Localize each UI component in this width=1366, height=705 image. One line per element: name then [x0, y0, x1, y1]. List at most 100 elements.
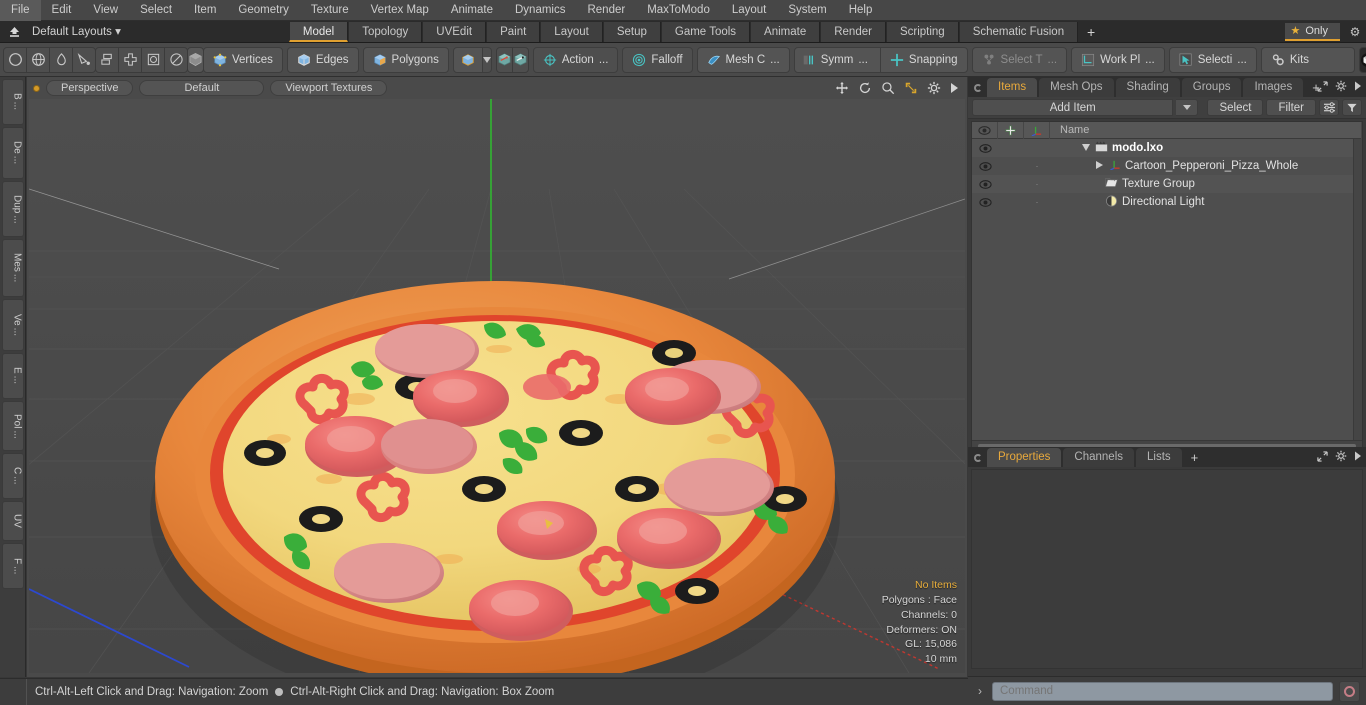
- menu-maxtomodo[interactable]: MaxToModo: [636, 0, 721, 21]
- menu-layout[interactable]: Layout: [721, 0, 778, 21]
- select-button[interactable]: Select: [1207, 99, 1264, 116]
- menu-texture[interactable]: Texture: [300, 0, 360, 21]
- panel-menu-icon[interactable]: [974, 84, 982, 92]
- action-center-button[interactable]: Action ...: [532, 46, 619, 73]
- mode-cube-button[interactable]: [452, 46, 483, 73]
- menu-animate[interactable]: Animate: [440, 0, 504, 21]
- vtab-basic[interactable]: B ...: [1, 79, 24, 125]
- row-axis-cell[interactable]: ·: [1024, 178, 1050, 190]
- menu-vertex-map[interactable]: Vertex Map: [360, 0, 440, 21]
- circle-icon[interactable]: [3, 46, 27, 73]
- menu-dynamics[interactable]: Dynamics: [504, 0, 576, 21]
- snapping-button[interactable]: Snapping: [879, 46, 968, 73]
- menu-item[interactable]: Item: [183, 0, 227, 21]
- tab-topology[interactable]: Topology: [348, 21, 423, 42]
- tab-uvedit[interactable]: UVEdit: [422, 21, 487, 42]
- table-row[interactable]: · Directional Light: [972, 193, 1362, 211]
- vtab-uv[interactable]: UV: [1, 501, 24, 541]
- gear-icon[interactable]: [1335, 80, 1347, 95]
- row-axis-cell[interactable]: ·: [1024, 160, 1050, 172]
- shading-style-button[interactable]: Default: [139, 80, 265, 96]
- tab-lists[interactable]: Lists: [1136, 448, 1182, 467]
- tab-paint[interactable]: Paint: [486, 21, 541, 42]
- command-input[interactable]: [992, 681, 1333, 701]
- tab-groups[interactable]: Groups: [1181, 78, 1242, 97]
- tab-mesh-ops[interactable]: Mesh Ops: [1039, 78, 1114, 97]
- curve-icon[interactable]: [72, 46, 96, 73]
- row-visibility-eye-icon[interactable]: [972, 197, 998, 207]
- viewport-textures-button[interactable]: Viewport Textures: [270, 80, 388, 96]
- mesh-constraint-button[interactable]: Mesh C ...: [696, 46, 790, 73]
- array-icon[interactable]: [95, 46, 119, 73]
- view-type-button[interactable]: Perspective: [46, 80, 134, 96]
- component-cube-icon[interactable]: [187, 46, 204, 73]
- selection-mode-vertices[interactable]: Vertices: [203, 46, 283, 73]
- properties-panel-body[interactable]: [971, 469, 1363, 669]
- plus-shape-icon[interactable]: [118, 46, 142, 73]
- selection-set-button[interactable]: Selecti ...: [1168, 46, 1257, 73]
- tab-properties[interactable]: Properties: [987, 448, 1062, 467]
- table-row[interactable]: · Cartoon_Pepperoni_Pizza_Whole: [972, 157, 1362, 175]
- expand-triangle-icon[interactable]: [1080, 143, 1091, 153]
- table-row[interactable]: modo.lxo: [972, 139, 1362, 157]
- row-axis-cell[interactable]: ·: [1024, 196, 1050, 208]
- add-item-dropdown-caret[interactable]: [1176, 99, 1199, 116]
- vtab-fusion[interactable]: F ...: [1, 543, 24, 589]
- tab-shading[interactable]: Shading: [1115, 78, 1180, 97]
- tab-items[interactable]: Items: [987, 78, 1038, 97]
- tab-model[interactable]: Model: [288, 21, 349, 42]
- tab-scripting[interactable]: Scripting: [885, 21, 959, 42]
- symmetry-button[interactable]: Symm ...: [793, 46, 881, 73]
- gear-icon[interactable]: [927, 81, 941, 98]
- tab-images[interactable]: Images: [1243, 78, 1304, 97]
- vtab-deform[interactable]: De ...: [1, 127, 24, 179]
- filter-funnel-icon[interactable]: [1342, 99, 1362, 116]
- record-icon[interactable]: [1339, 680, 1360, 702]
- only-toggle-button[interactable]: ★ Only: [1284, 22, 1340, 41]
- play-icon[interactable]: [1354, 451, 1362, 464]
- row-name-cell[interactable]: Directional Light: [1050, 195, 1362, 210]
- zoom-icon[interactable]: [881, 81, 895, 98]
- item-list-vertical-scrollbar[interactable]: [1353, 139, 1362, 440]
- axis-cube-red-icon[interactable]: [495, 46, 513, 73]
- item-list[interactable]: Name modo.lxo · Cartoon_Pepperoni_Pizza_…: [971, 121, 1363, 451]
- kits-button[interactable]: Kits: [1260, 46, 1355, 73]
- vtab-duplicate[interactable]: Dup ...: [1, 181, 24, 237]
- tab-setup[interactable]: Setup: [602, 21, 661, 42]
- tab-game-tools[interactable]: Game Tools: [660, 21, 751, 42]
- collapse-triangle-icon[interactable]: [1094, 161, 1105, 171]
- add-tab-button[interactable]: +: [1078, 22, 1104, 42]
- axis-cube-white-icon[interactable]: [511, 46, 529, 73]
- add-properties-tab-button[interactable]: +: [1184, 448, 1206, 467]
- viewport-3d-canvas[interactable]: Y X Z No Items Polygons : Face Channels:…: [29, 99, 965, 673]
- pen-icon[interactable]: [49, 46, 73, 73]
- row-visibility-eye-icon[interactable]: [972, 161, 998, 171]
- row-visibility-eye-icon[interactable]: [972, 179, 998, 189]
- tab-schematic-fusion[interactable]: Schematic Fusion: [958, 21, 1079, 42]
- play-icon[interactable]: [950, 82, 959, 97]
- expand-icon[interactable]: [1317, 80, 1328, 95]
- expand-icon[interactable]: [1317, 450, 1328, 465]
- row-name-cell[interactable]: modo.lxo: [1050, 141, 1362, 155]
- square-in-square-icon[interactable]: [141, 46, 165, 73]
- menu-file[interactable]: File: [0, 0, 41, 21]
- menu-help[interactable]: Help: [838, 0, 884, 21]
- menu-view[interactable]: View: [82, 0, 129, 21]
- filter-button[interactable]: Filter: [1266, 99, 1316, 116]
- vtab-edge[interactable]: E ...: [1, 353, 24, 399]
- home-up-icon[interactable]: [2, 22, 26, 42]
- menu-render[interactable]: Render: [576, 0, 636, 21]
- falloff-button[interactable]: Falloff: [622, 46, 693, 73]
- vtab-curve[interactable]: C ...: [1, 453, 24, 499]
- table-row[interactable]: · Texture Group: [972, 175, 1362, 193]
- vtab-mesh-edit[interactable]: Mes ...: [1, 239, 24, 297]
- tab-render[interactable]: Render: [820, 21, 886, 42]
- row-visibility-eye-icon[interactable]: [972, 143, 998, 153]
- tab-channels[interactable]: Channels: [1063, 448, 1135, 467]
- menu-geometry[interactable]: Geometry: [227, 0, 300, 21]
- fit-icon[interactable]: [904, 81, 918, 98]
- sphere-icon[interactable]: [26, 46, 50, 73]
- tab-animate[interactable]: Animate: [750, 21, 821, 42]
- play-icon[interactable]: [1354, 81, 1362, 94]
- mode-dropdown-caret[interactable]: [481, 46, 492, 73]
